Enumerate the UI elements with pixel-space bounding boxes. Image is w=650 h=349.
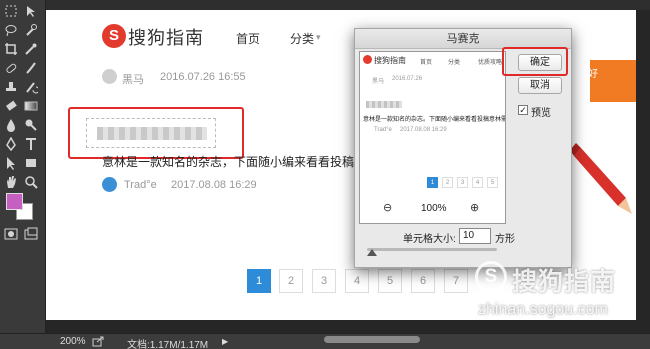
preview-nav-category: 分类 [448, 60, 461, 66]
screen-mode-icon[interactable] [24, 227, 42, 245]
preview-page-3: 3 [457, 177, 468, 188]
move-tool-icon[interactable] [24, 4, 42, 22]
history-brush-tool-icon[interactable] [24, 80, 42, 98]
crop-tool-icon[interactable] [4, 42, 22, 60]
preview-excerpt: 意林是一款知名的杂志。下面随小编来看看投稿意林需要 [363, 117, 506, 123]
photoshop-window: S 搜狗指南 首页 分类 ▾ 黑马 2016.07.26 16:55 意林是一款… [0, 0, 650, 349]
cell-size-input[interactable]: 10 [459, 228, 491, 244]
rectangle-tool-icon[interactable] [24, 156, 42, 174]
post-date: 2016.07.26 16:55 [160, 71, 246, 83]
page-button-7[interactable]: 7 [444, 269, 468, 293]
document-size: 文档:1.17M/1.17M [127, 340, 209, 349]
watermark-text: 搜狗指南 [512, 268, 617, 296]
preview-checkbox[interactable]: ✓ [518, 105, 528, 115]
pencil-illustration [570, 143, 632, 214]
gradient-tool-icon[interactable] [24, 99, 42, 117]
dodge-tool-icon[interactable] [24, 118, 42, 136]
post-author: 黑马 [122, 74, 144, 86]
mosaic-dialog: 马赛克 搜狗指南 首页 分类 优质攻略 黑马 2016.07.26 意林是一款知… [354, 28, 572, 268]
preview-nav-home: 首页 [420, 60, 433, 66]
preview-author: 黑马 [372, 79, 385, 85]
cancel-button[interactable]: 取消 [518, 77, 562, 94]
chevron-down-icon: ▾ [316, 32, 321, 42]
foreground-color-swatch[interactable] [6, 193, 23, 210]
pen-tool-icon[interactable] [4, 137, 22, 155]
document-tab-area [46, 0, 650, 10]
zoom-level[interactable]: 200% [60, 336, 86, 347]
preview-logo-icon [363, 55, 372, 64]
preview-date: 2016.07.26 [392, 76, 423, 82]
sogou-logo-icon: S [102, 24, 126, 48]
page-button-2[interactable]: 2 [279, 269, 303, 293]
preview-nav-guides: 优质攻略 [478, 60, 503, 66]
type-tool-icon[interactable] [24, 137, 42, 155]
preview-zoom-level: 100% [421, 203, 447, 214]
filter-preview[interactable]: 搜狗指南 首页 分类 优质攻略 黑马 2016.07.26 意林是一款知名的杂志… [359, 51, 506, 224]
blur-tool-icon[interactable] [4, 118, 22, 136]
horizontal-scrollbar-thumb[interactable] [324, 336, 420, 343]
marquee-tool-icon[interactable] [4, 4, 22, 22]
preview-page-1: 1 [427, 177, 438, 188]
dialog-title: 马赛克 [355, 29, 571, 49]
page-button-1[interactable]: 1 [247, 269, 271, 293]
status-menu-arrow-icon[interactable]: ▶ [222, 337, 228, 346]
cell-size-label: 单元格大小: [403, 234, 456, 245]
post-excerpt: 意林是一款知名的杂志，下面随小编来看看投稿意林 [102, 155, 379, 169]
cell-size-slider-thumb[interactable] [367, 249, 377, 256]
preview-mosaic-text [366, 101, 402, 108]
lasso-tool-icon[interactable] [4, 23, 22, 41]
preview-page-5: 5 [487, 177, 498, 188]
hand-tool-icon[interactable] [4, 175, 22, 193]
page-button-4[interactable]: 4 [345, 269, 369, 293]
nav-category: 分类 [290, 32, 315, 46]
zoom-in-icon[interactable]: ⊕ [470, 201, 479, 214]
eraser-tool-icon[interactable] [4, 99, 22, 117]
horizontal-scrollbar-track [46, 320, 636, 333]
clone-stamp-tool-icon[interactable] [4, 80, 22, 98]
toolbox [0, 0, 46, 333]
share-icon [92, 336, 104, 349]
preview-date: 2017.08.08 16:29 [400, 127, 447, 133]
page-button-3[interactable]: 3 [312, 269, 336, 293]
preview-author: Trad°e [374, 127, 392, 133]
ad-banner-text: 手好 [578, 69, 598, 80]
cell-size-unit: 方形 [495, 234, 515, 245]
zoom-out-icon[interactable]: ⊖ [383, 201, 392, 214]
preview-checkbox-label: 预览 [531, 108, 551, 119]
preview-brand: 搜狗指南 [374, 56, 406, 65]
highlight-box [68, 107, 244, 159]
page-button-5[interactable]: 5 [378, 269, 402, 293]
post-author: Trad°e [124, 179, 157, 191]
brush-tool-icon[interactable] [24, 61, 42, 79]
eyedropper-tool-icon[interactable] [24, 42, 42, 60]
watermark-url: zhinan.sogou.com [478, 301, 608, 318]
watermark-logo-icon: S [475, 261, 507, 293]
cell-size-slider[interactable] [367, 248, 497, 251]
healing-brush-tool-icon[interactable] [4, 61, 22, 79]
zoom-tool-icon[interactable] [24, 175, 42, 193]
page-button-6[interactable]: 6 [411, 269, 435, 293]
avatar [102, 177, 117, 192]
site-brand: 搜狗指南 [128, 28, 204, 48]
quick-mask-icon[interactable] [4, 227, 22, 245]
preview-page-4: 4 [472, 177, 483, 188]
avatar [102, 69, 117, 84]
preview-page-2: 2 [442, 177, 453, 188]
highlight-box [502, 47, 568, 76]
nav-home: 首页 [236, 32, 261, 46]
post-date: 2017.08.08 16:29 [171, 179, 257, 191]
quick-select-tool-icon[interactable] [24, 23, 42, 41]
path-selection-tool-icon[interactable] [4, 156, 22, 174]
